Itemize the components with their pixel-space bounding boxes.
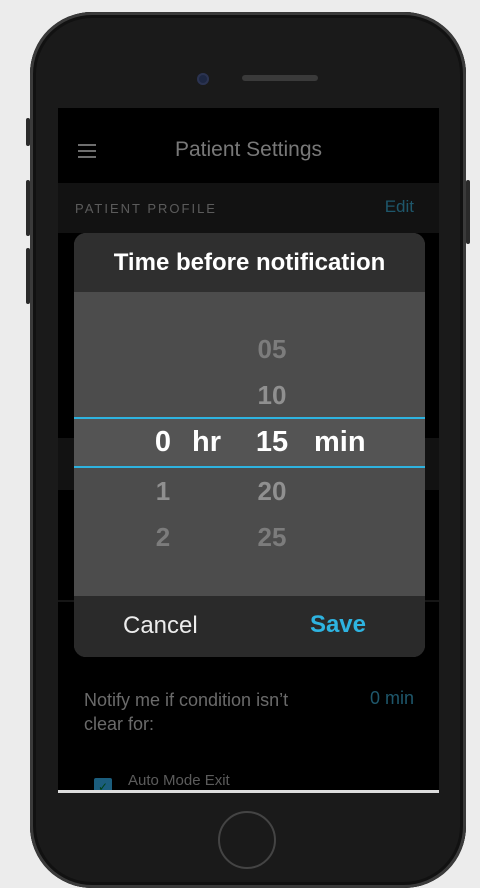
hour-option[interactable]: 1 [128,476,198,507]
cancel-button[interactable]: Cancel [123,612,198,640]
hour-unit-label: hr [192,426,221,458]
screen-bottom-edge [58,790,439,793]
selection-line-bottom [74,466,425,468]
hour-option[interactable]: 2 [128,522,198,553]
power-button [466,180,470,244]
minute-option[interactable]: 25 [237,522,307,553]
minute-option[interactable]: 05 [237,334,307,365]
minute-unit-label: min [314,426,366,458]
time-picker[interactable]: 0 1 2 hr 05 10 15 20 25 min [74,292,425,596]
time-picker-dialog: Time before notification 0 1 2 hr 05 10 … [74,233,425,657]
minute-selected[interactable]: 15 [237,426,307,459]
hour-selected[interactable]: 0 [128,426,198,459]
volume-up-button [26,180,30,236]
minute-option[interactable]: 10 [237,380,307,411]
selection-line-top [74,417,425,419]
mute-switch [26,118,30,146]
home-button[interactable] [218,811,276,869]
dialog-footer: Cancel Save [74,596,425,657]
save-button[interactable]: Save [310,611,366,639]
volume-down-button [26,248,30,304]
front-camera [197,73,209,85]
dialog-title: Time before notification [74,233,425,292]
minute-option[interactable]: 20 [237,476,307,507]
speaker-grille [242,75,318,81]
